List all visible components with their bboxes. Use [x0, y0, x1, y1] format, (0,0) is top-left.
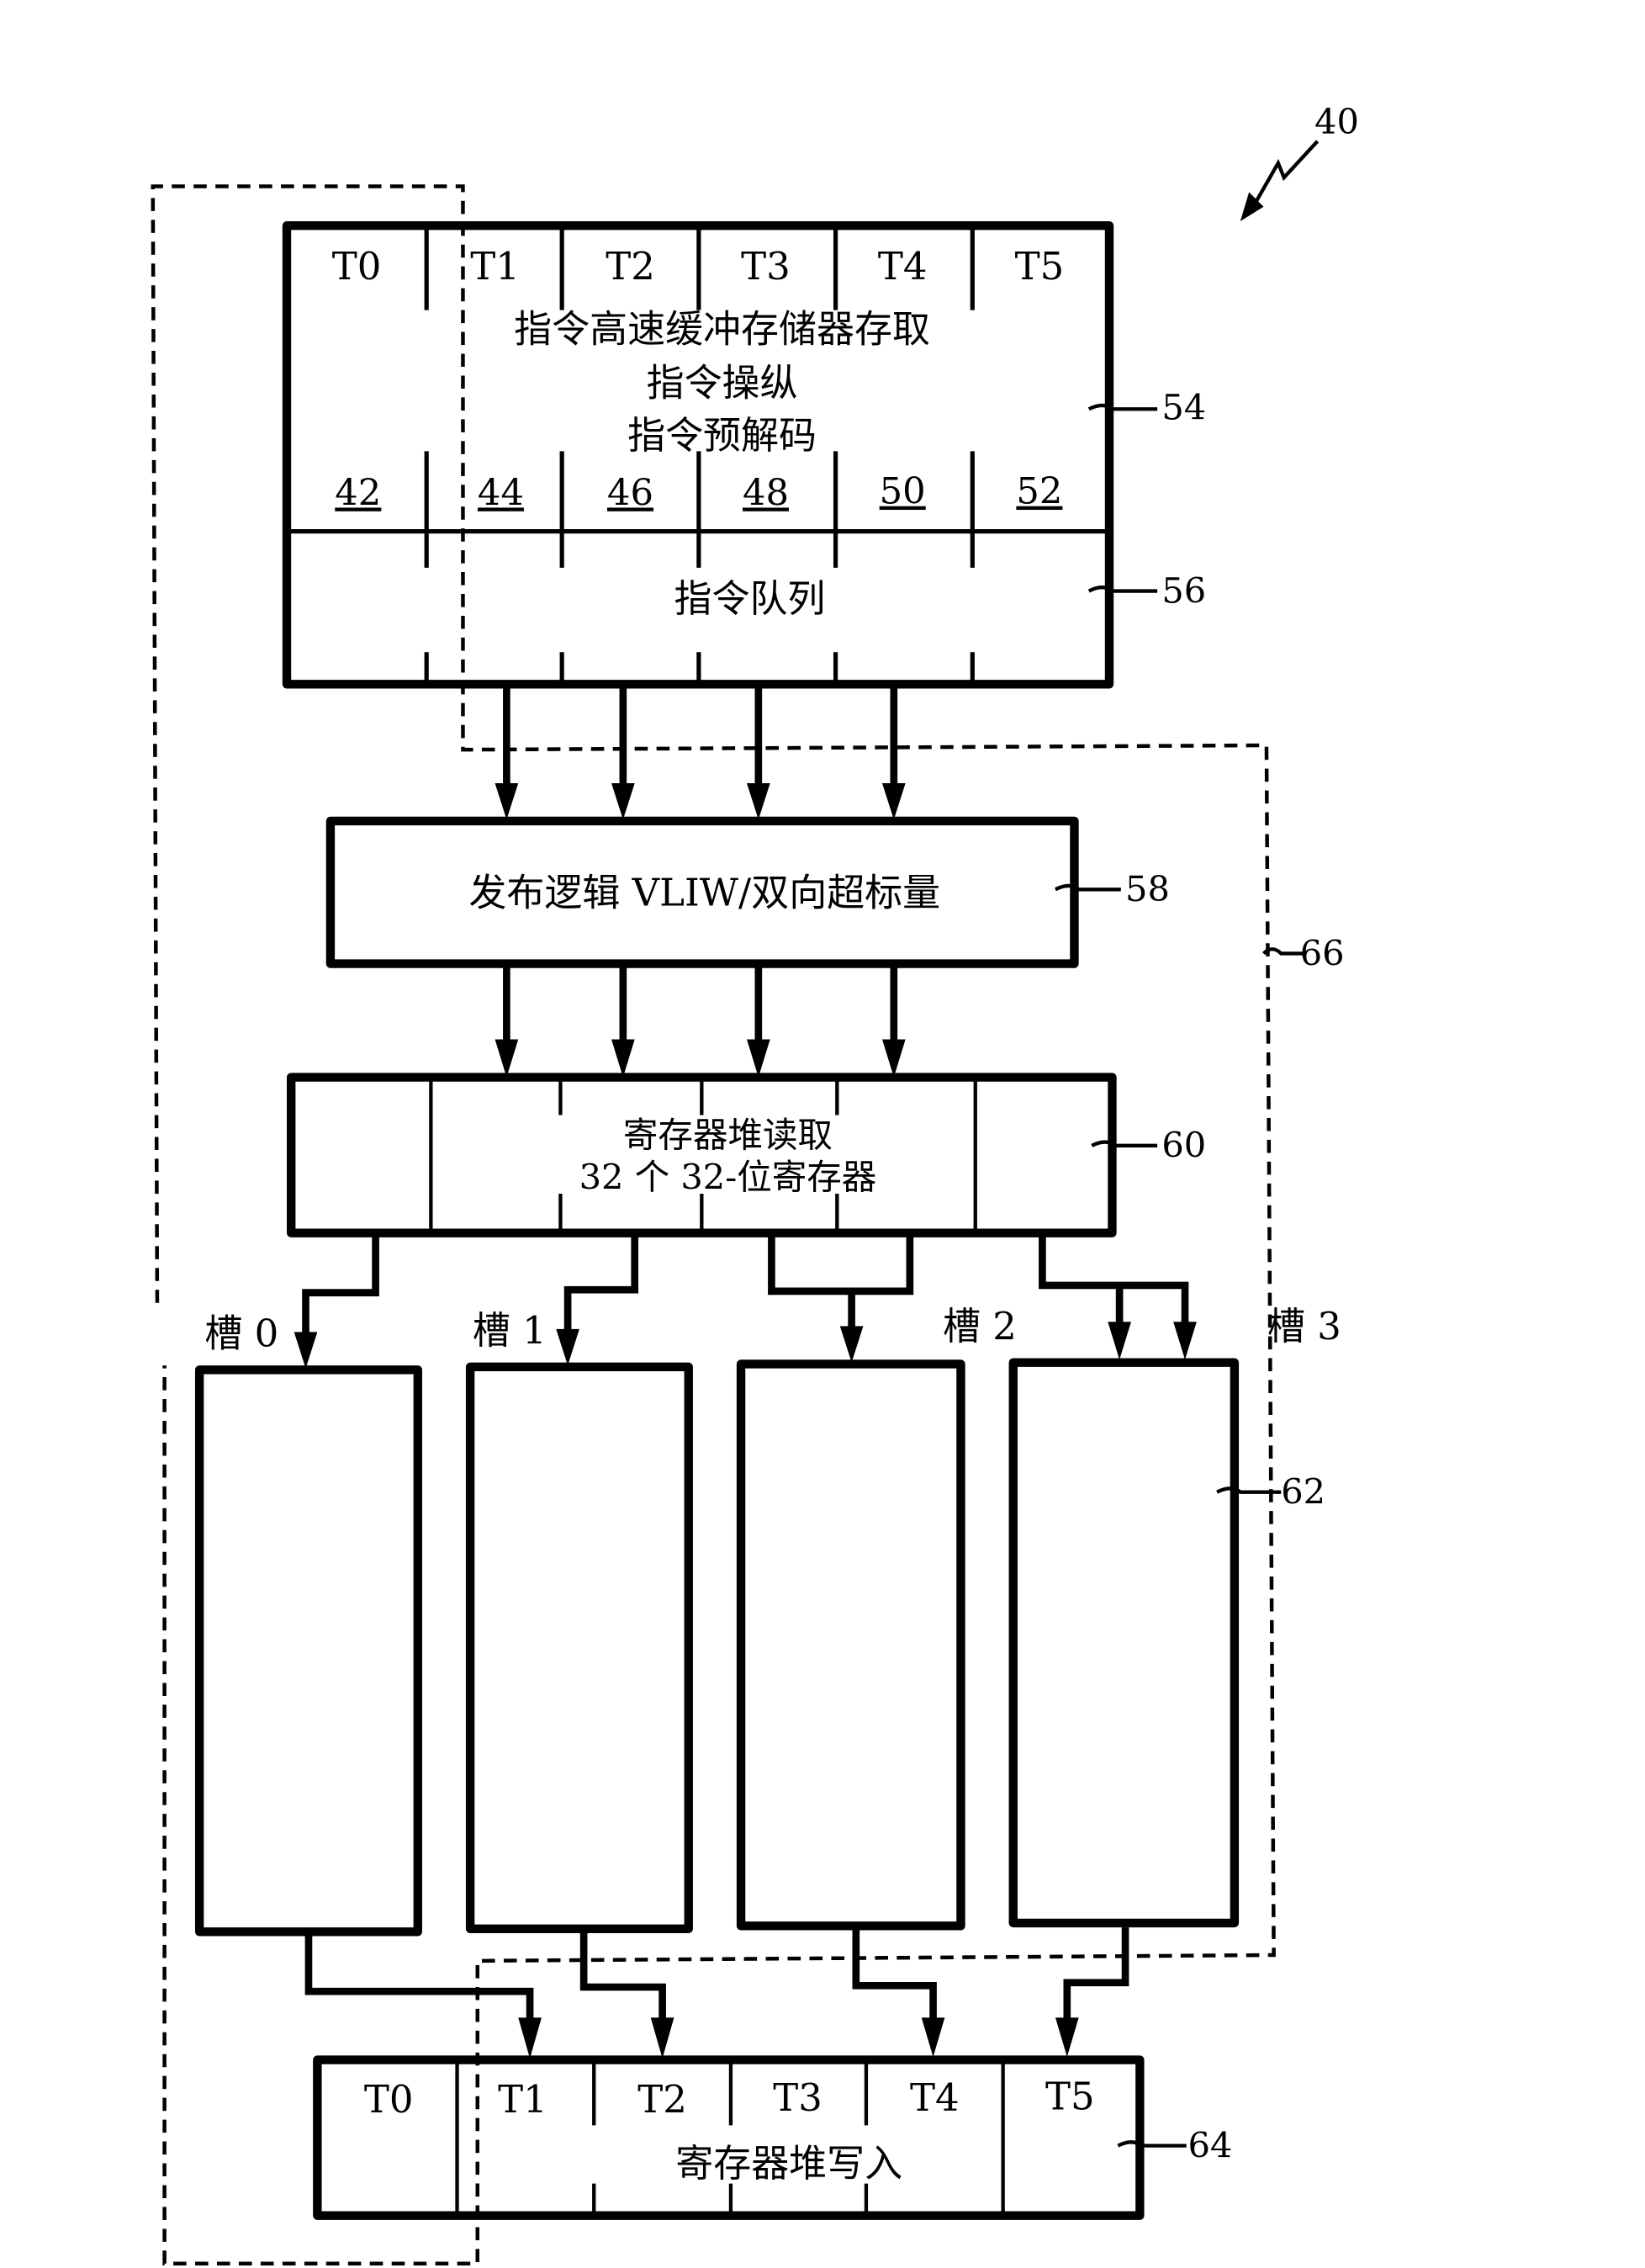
- figure-reference: 40: [1240, 101, 1359, 222]
- execution-units: 62: [194, 1358, 1325, 1937]
- fetch-decode-block: T0 T1 T2 T3 T4 T5 指令高速缓冲存储器存取 指令操纵 指令预解码…: [282, 221, 1206, 689]
- write-thread-t2: T2: [637, 2077, 687, 2122]
- callout-62: 62: [1281, 1471, 1325, 1513]
- instruction-steering-label: 指令操纵: [647, 361, 798, 405]
- callout-64: 64: [1187, 2124, 1232, 2165]
- write-thread-t1: T1: [498, 2077, 547, 2122]
- lightning-arrow-icon: [1253, 140, 1320, 205]
- slot-2-unit: [736, 1359, 965, 1931]
- callout-leader-62: [1216, 1486, 1282, 1494]
- regread-to-slot-wires: [294, 1236, 1197, 1369]
- thread-label-t1: T1: [470, 244, 520, 289]
- slot-to-regwrite-wires: [304, 1927, 1129, 2059]
- register-count-label: 32 个 32-位寄存器: [579, 1157, 877, 1198]
- slot-1-label: 槽 1: [473, 1308, 547, 1353]
- thread-label-t2: T2: [606, 244, 655, 289]
- callout-leader-64: [1117, 2140, 1187, 2148]
- register-write-label: 寄存器堆写入: [675, 2141, 902, 2186]
- issue-logic-block: 发布逻辑 VLIW/双向超标量 58: [325, 816, 1170, 968]
- thread-ref-48: 48: [743, 472, 789, 514]
- callout-66: 66: [1300, 932, 1345, 973]
- callout-56: 56: [1161, 570, 1206, 611]
- callout-60: 60: [1161, 1125, 1206, 1166]
- slot-1-unit: [465, 1362, 693, 1934]
- thread-ref-42: 42: [335, 472, 381, 514]
- slot-3-label: 槽 3: [1267, 1304, 1341, 1349]
- thread-ref-44: 44: [478, 472, 524, 514]
- callout-58: 58: [1125, 868, 1170, 909]
- callout-leader-56: [1087, 586, 1158, 593]
- callout-leader-58: [1054, 883, 1121, 892]
- thread-ref-46: 46: [607, 472, 653, 514]
- figure-ref-number: 40: [1314, 101, 1359, 142]
- thread-label-t5: T5: [1015, 244, 1065, 289]
- write-thread-t0: T0: [364, 2077, 414, 2122]
- instruction-queue-label: 指令队列: [674, 576, 825, 621]
- register-read-block: 寄存器堆读取 32 个 32-位寄存器 60: [287, 1073, 1206, 1237]
- thread-ref-50: 50: [880, 471, 926, 513]
- slot-3-unit: [1008, 1358, 1240, 1928]
- write-thread-t3: T3: [773, 2075, 822, 2120]
- register-write-block: T0 T1 T2 T3 T4 T5 寄存器堆写入 64: [313, 2055, 1232, 2220]
- icache-access-label: 指令高速缓冲存储器存取: [514, 307, 930, 352]
- slot-0-unit: [194, 1365, 422, 1937]
- write-thread-t4: T4: [910, 2075, 960, 2120]
- register-read-label: 寄存器堆读取: [623, 1115, 833, 1156]
- pipeline-diagram: 40 T0 T1 T2 T3 T4 T5 指令高速缓冲存储器存取 指令操纵 指令…: [151, 101, 1359, 2266]
- thread-label-t0: T0: [332, 244, 382, 289]
- issue-logic-label: 发布逻辑 VLIW/双向超标量: [468, 870, 940, 914]
- queue-to-issue-arrows: [495, 688, 906, 820]
- callout-54: 54: [1161, 386, 1206, 427]
- callout-leader-54: [1087, 403, 1158, 411]
- slot-2-label: 槽 2: [943, 1304, 1017, 1349]
- thread-label-t3: T3: [741, 244, 791, 289]
- issue-to-regread-arrows: [495, 967, 906, 1078]
- write-thread-t5: T5: [1045, 2074, 1095, 2118]
- slot-0-label: 槽 0: [204, 1312, 278, 1356]
- callout-leader-60: [1091, 1140, 1158, 1148]
- thread-ref-52: 52: [1016, 471, 1062, 513]
- instruction-predecode-label: 指令预解码: [627, 413, 817, 458]
- thread-label-t4: T4: [878, 244, 928, 289]
